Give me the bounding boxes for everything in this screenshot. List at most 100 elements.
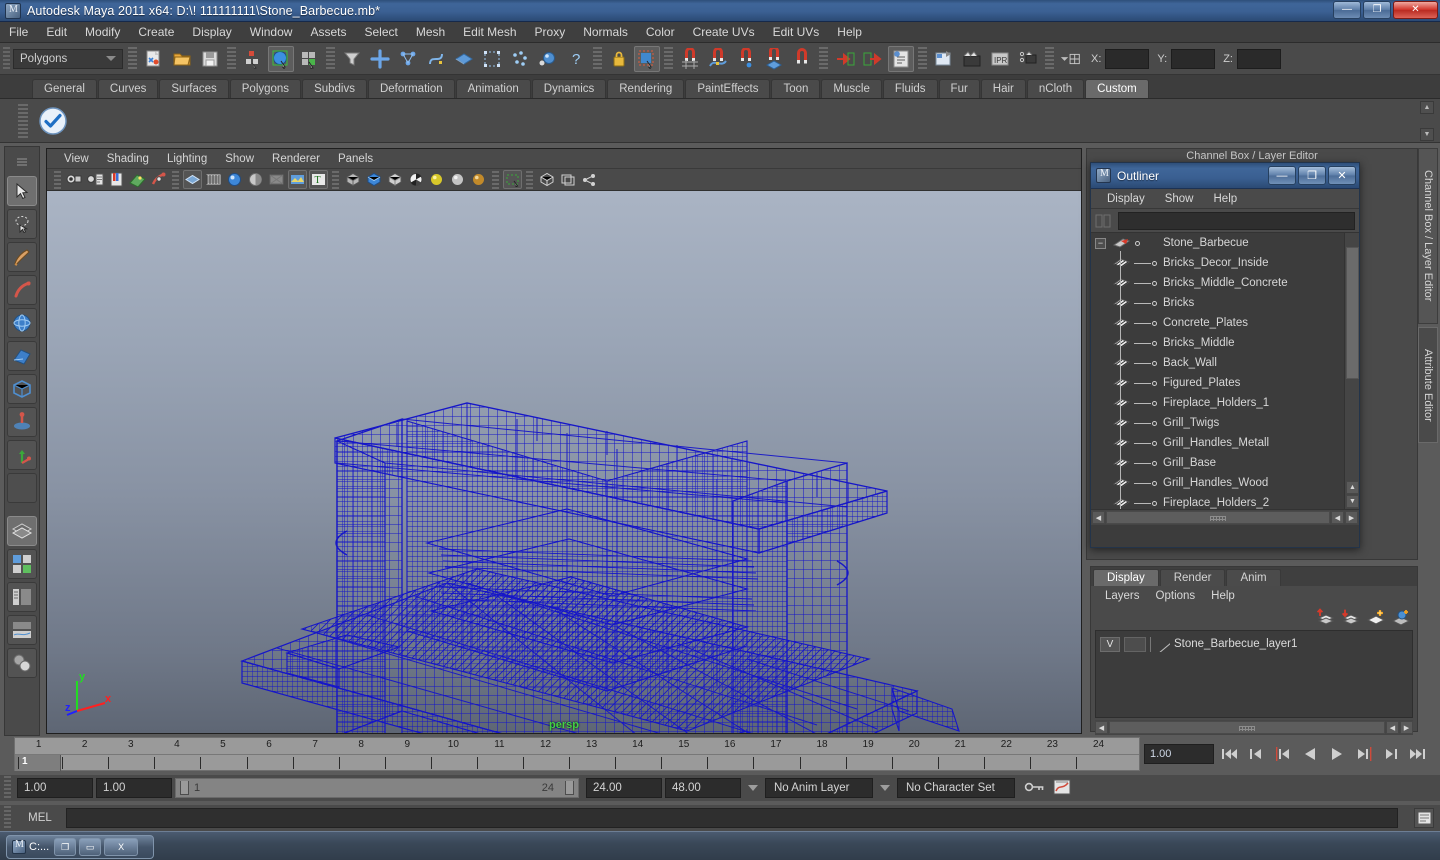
- playback-start-field[interactable]: 1.00: [96, 778, 172, 798]
- ipr-render-icon[interactable]: IPR: [987, 46, 1013, 72]
- lock-selection-icon[interactable]: [606, 46, 632, 72]
- outliner-child-item[interactable]: Bricks: [1091, 293, 1359, 313]
- step-back-key-button[interactable]: [1244, 743, 1268, 765]
- menu-assets[interactable]: Assets: [301, 23, 355, 41]
- bookmark-icon[interactable]: [107, 170, 126, 189]
- current-time-field[interactable]: 1.00: [1144, 744, 1214, 764]
- menu-select[interactable]: Select: [355, 23, 406, 41]
- select-by-object-icon[interactable]: [268, 45, 294, 72]
- show-manipulator-tool-button[interactable]: [7, 440, 37, 470]
- scrollbar-thumb[interactable]: [1346, 247, 1359, 379]
- tab-render[interactable]: Render: [1159, 569, 1226, 586]
- menu-modify[interactable]: Modify: [76, 23, 129, 41]
- filter-icon[interactable]: [1095, 213, 1113, 229]
- script-editor-icon[interactable]: [1414, 808, 1434, 828]
- viewport-menu-view[interactable]: View: [55, 152, 98, 166]
- maximize-button[interactable]: ❐: [1363, 1, 1391, 19]
- snap-to-grid-icon[interactable]: [677, 46, 703, 72]
- layout-persp-graph-button[interactable]: [7, 615, 37, 645]
- menu-mesh[interactable]: Mesh: [407, 23, 454, 41]
- menu-proxy[interactable]: Proxy: [526, 23, 575, 41]
- z-coord-field[interactable]: [1236, 48, 1281, 69]
- light-orange-icon[interactable]: [469, 170, 488, 189]
- play-forwards-button[interactable]: [1325, 743, 1349, 765]
- layout-single-perspective-button[interactable]: [7, 516, 37, 546]
- layout-hypershade-persp-button[interactable]: [7, 648, 37, 678]
- go-to-end-button[interactable]: [1406, 743, 1430, 765]
- share-view-icon[interactable]: [579, 170, 598, 189]
- menu-file[interactable]: File: [0, 23, 37, 41]
- menu-display[interactable]: Display: [183, 23, 240, 41]
- move-layer-down-icon[interactable]: [1341, 608, 1361, 626]
- display-text-icon[interactable]: T: [309, 170, 328, 189]
- scroll-right-icon[interactable]: ▶: [1400, 721, 1413, 734]
- snap-to-plane-icon[interactable]: [761, 46, 787, 72]
- shelf-tab-fur[interactable]: Fur: [938, 79, 980, 98]
- shelf-tab-deformation[interactable]: Deformation: [367, 79, 455, 98]
- smooth-shade-all-icon[interactable]: [204, 170, 223, 189]
- shelf-tab-muscle[interactable]: Muscle: [821, 79, 882, 98]
- scrollbar-thumb[interactable]: [1109, 721, 1385, 734]
- scroll-left-icon[interactable]: ◀: [1095, 721, 1108, 734]
- shelf-tab-painteffects[interactable]: PaintEffects: [685, 79, 771, 98]
- select-tool-button[interactable]: [7, 176, 37, 206]
- snap-to-view-icon[interactable]: [789, 46, 815, 72]
- tab-display[interactable]: Display: [1093, 569, 1159, 586]
- range-slider-left-handle[interactable]: [180, 781, 189, 795]
- time-slider-track[interactable]: 1: [15, 754, 1139, 771]
- lasso-tool-button[interactable]: [7, 209, 37, 239]
- render-settings-icon[interactable]: [1015, 46, 1041, 72]
- rotate-tool-button[interactable]: [7, 308, 37, 338]
- range-slider[interactable]: 1 24: [175, 778, 579, 798]
- character-set-chevron-down-icon[interactable]: [880, 785, 890, 791]
- menu-help[interactable]: Help: [828, 23, 871, 41]
- outliner-child-item[interactable]: Bricks_Middle: [1091, 333, 1359, 353]
- menu-create-uvs[interactable]: Create UVs: [684, 23, 764, 41]
- layout-outliner-persp-button[interactable]: [7, 582, 37, 612]
- layer-list[interactable]: V Stone_Barbecue_layer1: [1095, 630, 1413, 718]
- highlight-selection-icon[interactable]: [367, 46, 393, 72]
- shelf-tab-animation[interactable]: Animation: [455, 79, 531, 98]
- play-backwards-button[interactable]: [1298, 743, 1322, 765]
- use-all-lights-icon[interactable]: [225, 170, 244, 189]
- layout-four-view-button[interactable]: [7, 549, 37, 579]
- shelf-tab-general[interactable]: General: [32, 79, 97, 98]
- range-row-grip[interactable]: [4, 776, 11, 800]
- shelf-scroll-up-icon[interactable]: ▲: [1420, 101, 1434, 114]
- tab-attribute-editor[interactable]: Attribute Editor: [1418, 327, 1438, 443]
- shadows-icon[interactable]: [246, 170, 265, 189]
- select-rendering-icon[interactable]: [535, 46, 561, 72]
- viewport-menu-lighting[interactable]: Lighting: [158, 152, 216, 166]
- range-slider-right-handle[interactable]: [565, 781, 574, 795]
- input-output-toggle-icon[interactable]: [1058, 46, 1084, 72]
- playblast-icon[interactable]: [537, 170, 556, 189]
- make-live-icon[interactable]: [832, 46, 858, 72]
- shaded-cube-icon[interactable]: [364, 170, 383, 189]
- viewport-canvas[interactable]: y x z persp: [47, 191, 1081, 733]
- select-camera-icon[interactable]: [65, 170, 84, 189]
- grid-toggle-icon[interactable]: [503, 170, 522, 189]
- step-back-frame-button[interactable]: [1271, 743, 1295, 765]
- snap-to-curve-icon[interactable]: [705, 46, 731, 72]
- command-line-grip[interactable]: [4, 806, 11, 830]
- layer-type-swatch[interactable]: [1150, 636, 1170, 652]
- taskbar-item[interactable]: C:... ❐ ▭ X: [6, 835, 154, 859]
- new-layer-from-selected-icon[interactable]: [1391, 608, 1411, 626]
- viewport-menu-shading[interactable]: Shading: [98, 152, 158, 166]
- shelf-tab-hair[interactable]: Hair: [980, 79, 1026, 98]
- scroll-left-step-icon[interactable]: ◀: [1386, 721, 1399, 734]
- menu-edit[interactable]: Edit: [37, 23, 76, 41]
- move-layer-up-icon[interactable]: [1316, 608, 1336, 626]
- shelf-tab-rendering[interactable]: Rendering: [607, 79, 685, 98]
- y-coord-field[interactable]: [1171, 48, 1216, 69]
- animation-preferences-icon[interactable]: [1053, 779, 1071, 798]
- layer-visibility-toggle[interactable]: V: [1100, 636, 1120, 652]
- copy-view-icon[interactable]: [558, 170, 577, 189]
- viewport-menu-panels[interactable]: Panels: [329, 152, 382, 166]
- camera-attributes-icon[interactable]: [86, 170, 105, 189]
- wireframe-shading-icon[interactable]: [183, 170, 202, 189]
- toolbar-grip[interactable]: [3, 46, 10, 71]
- menu-color[interactable]: Color: [637, 23, 684, 41]
- anim-layer-chevron-down-icon[interactable]: [748, 785, 758, 791]
- light-grey-icon[interactable]: [448, 170, 467, 189]
